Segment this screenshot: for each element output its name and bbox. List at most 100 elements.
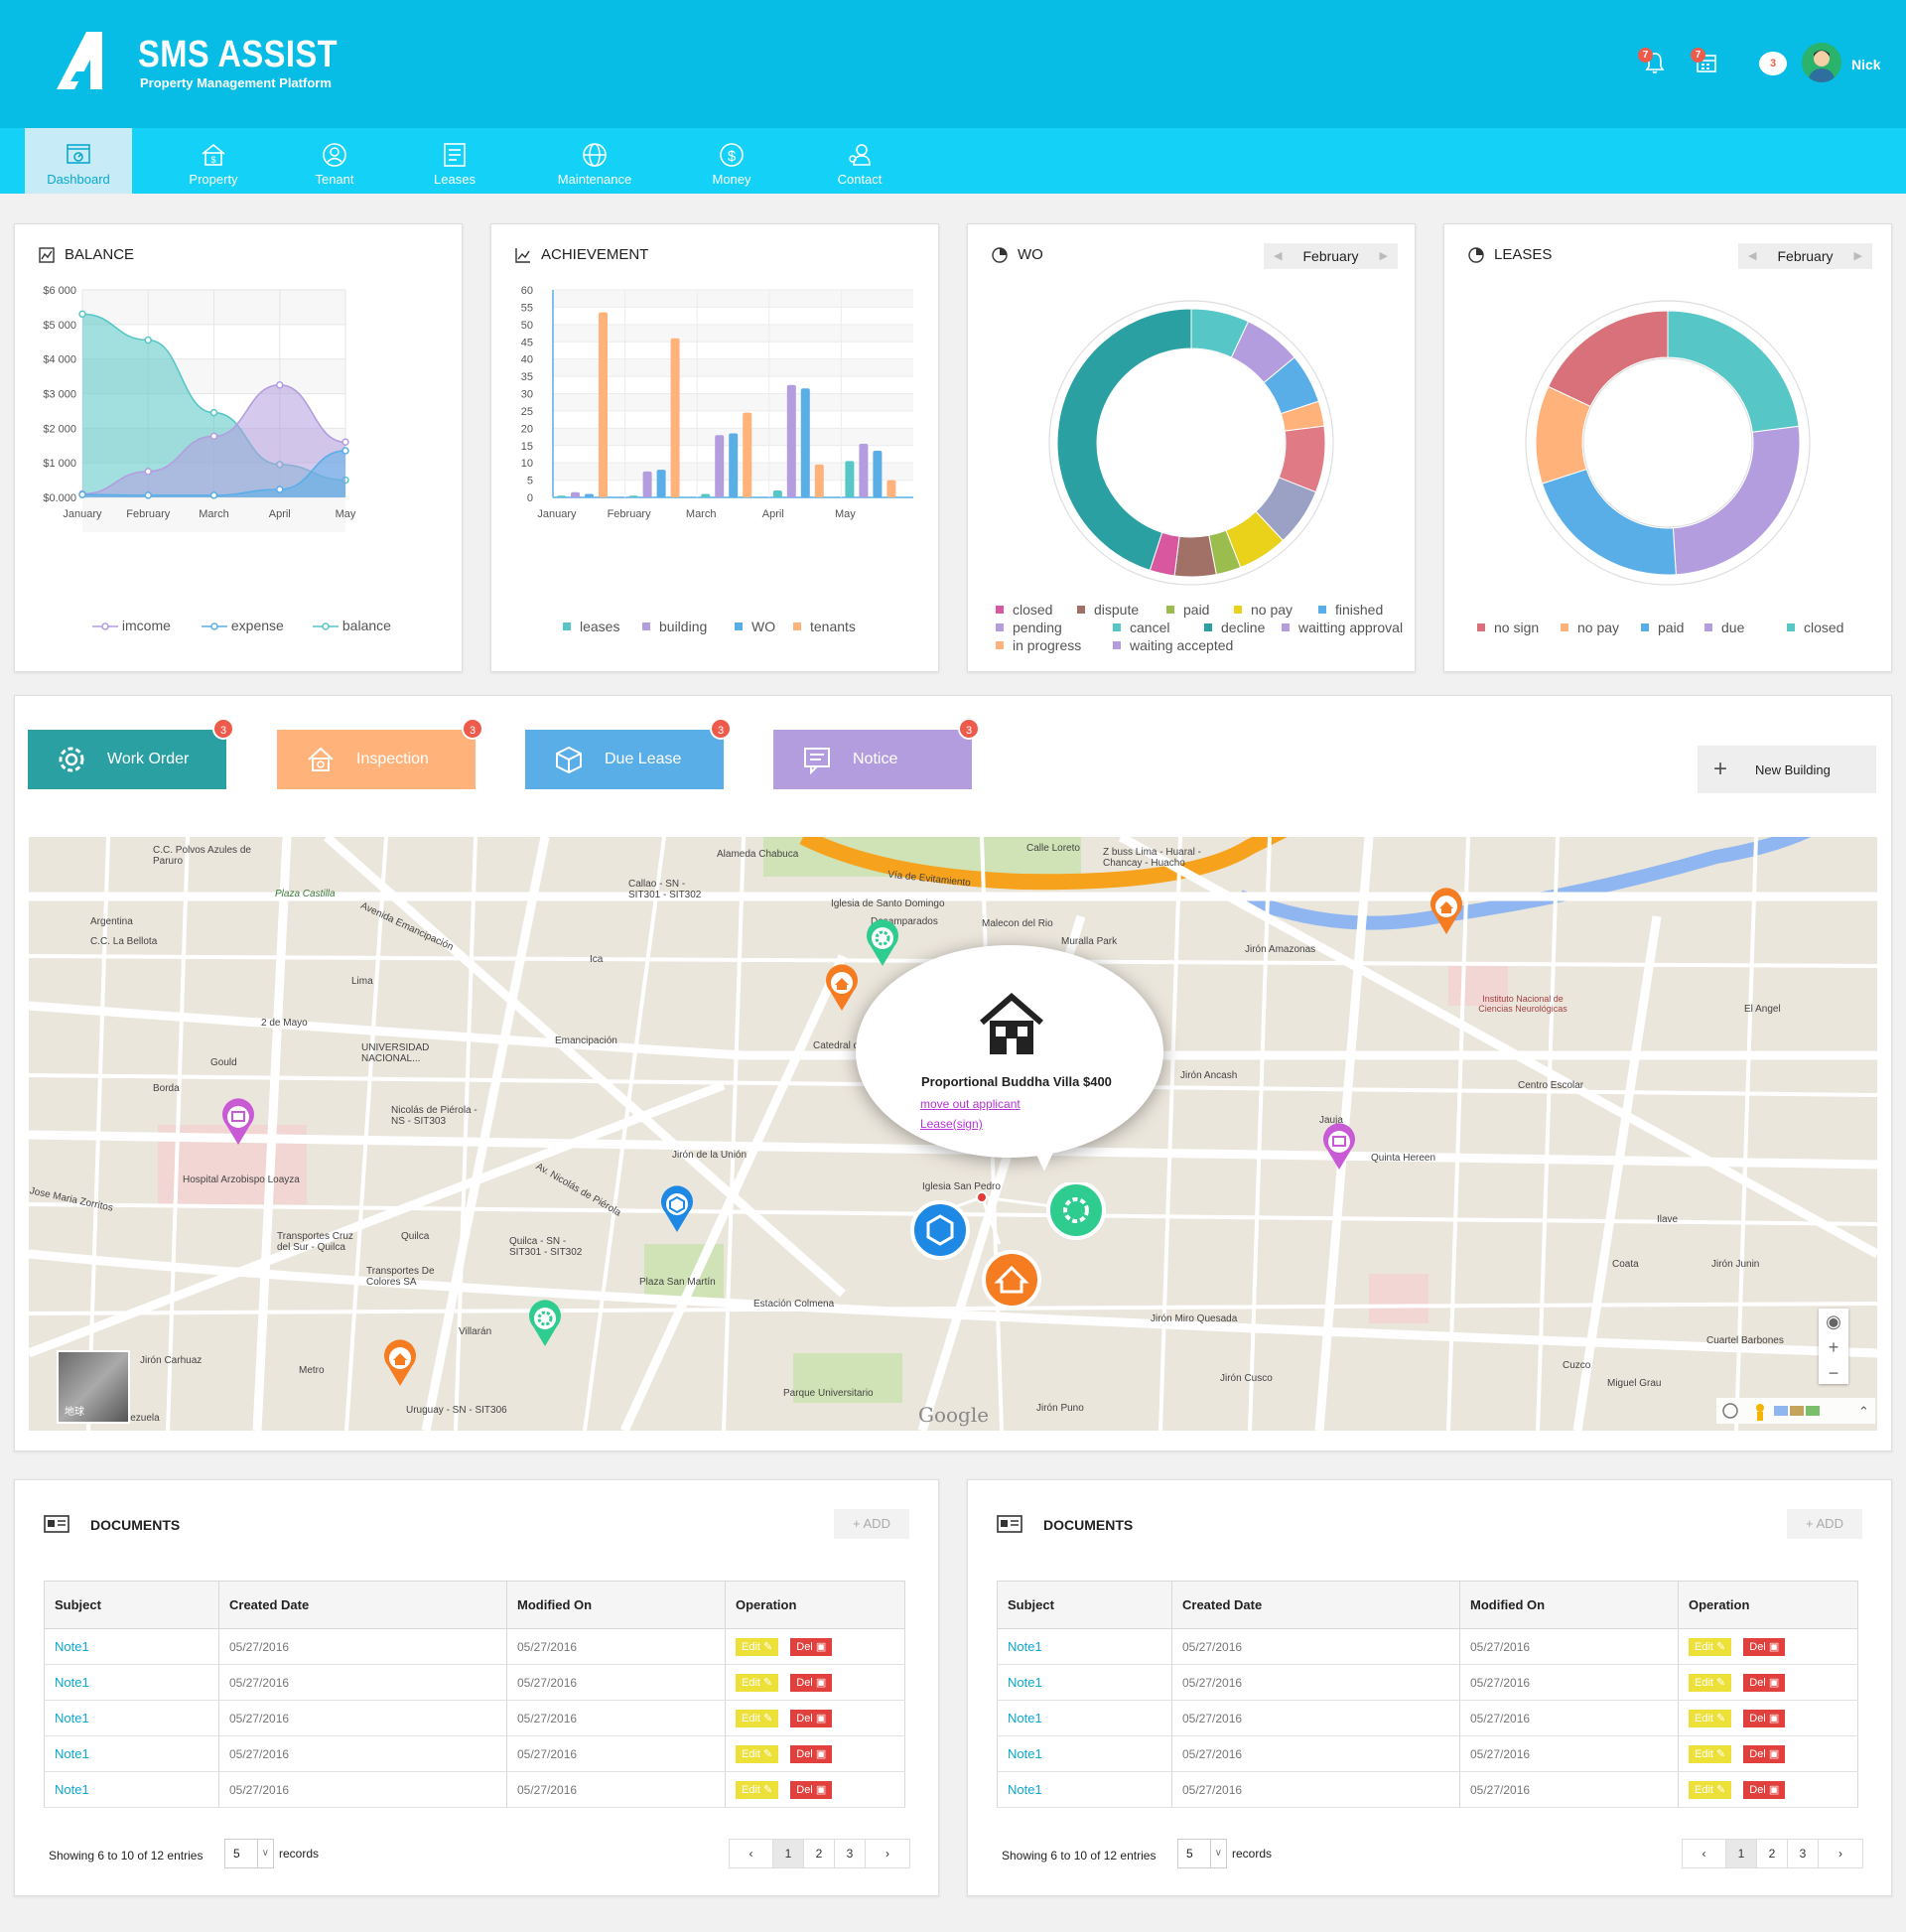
move-out-link[interactable]: move out applicant bbox=[920, 1097, 1021, 1111]
data-point[interactable] bbox=[276, 381, 284, 389]
legend-item[interactable]: paid bbox=[1166, 602, 1209, 618]
page-button[interactable]: 3 bbox=[835, 1840, 866, 1867]
bar-building[interactable] bbox=[786, 384, 796, 497]
prev-page-button[interactable]: ‹ bbox=[1683, 1840, 1726, 1867]
page-button[interactable]: 2 bbox=[804, 1840, 835, 1867]
bar-building[interactable] bbox=[571, 491, 580, 497]
data-point[interactable] bbox=[209, 432, 218, 441]
legend-item-due[interactable]: due bbox=[1704, 620, 1744, 635]
subject-link[interactable]: Note1 bbox=[44, 1735, 219, 1772]
data-point[interactable] bbox=[276, 485, 284, 493]
legend-item[interactable]: in progress bbox=[996, 637, 1081, 653]
data-point[interactable] bbox=[341, 438, 349, 447]
delete-button[interactable]: Del ▣ bbox=[790, 1744, 833, 1763]
bar-WO[interactable] bbox=[656, 470, 666, 497]
subject-link[interactable]: Note1 bbox=[997, 1700, 1172, 1736]
legend-item[interactable]: finished bbox=[1318, 602, 1383, 618]
data-point[interactable] bbox=[209, 491, 218, 499]
legend-item[interactable]: waitting approval bbox=[1282, 620, 1403, 635]
bar-leases[interactable] bbox=[701, 493, 711, 497]
next-page-button[interactable]: › bbox=[1819, 1840, 1862, 1867]
bar-WO[interactable] bbox=[873, 450, 883, 497]
bar-leases[interactable] bbox=[772, 490, 782, 497]
notice-button[interactable]: Notice 3 bbox=[773, 718, 980, 789]
subject-link[interactable]: Note1 bbox=[997, 1664, 1172, 1701]
column-header[interactable]: Created Date bbox=[218, 1581, 507, 1629]
legend-item-wo[interactable]: WO bbox=[735, 619, 775, 634]
prev-month-icon[interactable]: ◀ bbox=[1748, 243, 1756, 269]
data-point[interactable] bbox=[78, 490, 86, 498]
edit-button[interactable]: Edit ✎ bbox=[1689, 1673, 1732, 1692]
bar-tenants[interactable] bbox=[599, 312, 608, 497]
work-order-button[interactable]: Work Order 3 bbox=[28, 718, 234, 789]
bar-tenants[interactable] bbox=[814, 464, 824, 497]
bar-WO[interactable] bbox=[800, 388, 810, 497]
legend-item-tenants[interactable]: tenants bbox=[793, 619, 856, 634]
delete-button[interactable]: Del ▣ bbox=[1743, 1637, 1786, 1656]
page-button[interactable]: 1 bbox=[1726, 1840, 1757, 1867]
bar-building[interactable] bbox=[715, 435, 725, 497]
data-point[interactable] bbox=[78, 310, 86, 319]
legend-item-no-pay[interactable]: no pay bbox=[1561, 620, 1619, 635]
legend-item-leases[interactable]: leases bbox=[563, 619, 619, 634]
edit-button[interactable]: Edit ✎ bbox=[736, 1673, 779, 1692]
bar-WO[interactable] bbox=[729, 433, 739, 497]
prev-month-icon[interactable]: ◀ bbox=[1274, 243, 1282, 269]
next-page-button[interactable]: › bbox=[866, 1840, 909, 1867]
add-document-button[interactable]: + ADD bbox=[834, 1509, 909, 1539]
edit-button[interactable]: Edit ✎ bbox=[1689, 1780, 1732, 1799]
nav-dashboard[interactable]: Dashboard bbox=[25, 128, 132, 194]
inspection-button[interactable]: Inspection 3 bbox=[277, 718, 483, 789]
bar-building[interactable] bbox=[642, 471, 652, 497]
subject-link[interactable]: Note1 bbox=[997, 1771, 1172, 1808]
column-header[interactable]: Subject bbox=[997, 1581, 1172, 1629]
bar-tenants[interactable] bbox=[743, 412, 752, 497]
delete-button[interactable]: Del ▣ bbox=[1743, 1673, 1786, 1692]
column-header[interactable]: Subject bbox=[44, 1581, 219, 1629]
legend-item-expense[interactable]: expense bbox=[202, 618, 284, 633]
subject-link[interactable]: Note1 bbox=[44, 1628, 219, 1665]
data-point[interactable] bbox=[144, 468, 152, 476]
edit-button[interactable]: Edit ✎ bbox=[1689, 1744, 1732, 1763]
due-lease-button[interactable]: Due Lease 3 bbox=[525, 718, 732, 789]
edit-button[interactable]: Edit ✎ bbox=[1689, 1637, 1732, 1656]
bar-tenants[interactable] bbox=[670, 338, 680, 497]
user-name[interactable]: Nick bbox=[1851, 57, 1881, 72]
delete-button[interactable]: Del ▣ bbox=[1743, 1780, 1786, 1799]
column-header[interactable]: Created Date bbox=[1171, 1581, 1460, 1629]
avatar[interactable] bbox=[1802, 43, 1841, 82]
lease-sign-link[interactable]: Lease(sign) bbox=[920, 1117, 983, 1131]
column-header[interactable]: Modified On bbox=[1459, 1581, 1679, 1629]
legend-item-building[interactable]: building bbox=[642, 619, 707, 634]
data-point[interactable] bbox=[341, 447, 349, 455]
bar-leases[interactable] bbox=[628, 495, 638, 497]
notice-marker[interactable] bbox=[218, 1097, 258, 1147]
slice-closed[interactable] bbox=[1667, 310, 1800, 433]
nav-tenant[interactable]: Tenant bbox=[291, 128, 378, 194]
edit-button[interactable]: Edit ✎ bbox=[736, 1744, 779, 1763]
page-button[interactable]: 3 bbox=[1788, 1840, 1819, 1867]
delete-button[interactable]: Del ▣ bbox=[1743, 1744, 1786, 1763]
nav-property[interactable]: $ Property bbox=[169, 128, 258, 194]
next-month-icon[interactable]: ▶ bbox=[1854, 243, 1862, 269]
per-page-select[interactable]: 5 ∨ bbox=[224, 1839, 274, 1868]
nav-contact[interactable]: Contact bbox=[816, 128, 903, 194]
next-month-icon[interactable]: ▶ bbox=[1380, 243, 1388, 269]
wo-month-select[interactable]: ◀ February ▶ bbox=[1264, 243, 1398, 269]
subject-link[interactable]: Note1 bbox=[997, 1628, 1172, 1665]
bar-tenants[interactable] bbox=[886, 480, 896, 497]
inspection-marker[interactable] bbox=[380, 1338, 420, 1388]
legend-item[interactable]: decline bbox=[1204, 620, 1265, 635]
edit-button[interactable]: Edit ✎ bbox=[736, 1637, 779, 1656]
nav-leases[interactable]: Leases bbox=[411, 128, 498, 194]
leases-month-select[interactable]: ◀ February ▶ bbox=[1738, 243, 1872, 269]
delete-button[interactable]: Del ▣ bbox=[790, 1637, 833, 1656]
slice-due[interactable] bbox=[1672, 425, 1801, 576]
satellite-toggle[interactable]: 地球 bbox=[57, 1350, 130, 1424]
legend-item[interactable]: closed bbox=[996, 602, 1052, 618]
inspection-marker[interactable] bbox=[1427, 887, 1466, 936]
legend-item[interactable]: no pay bbox=[1234, 602, 1293, 618]
bar-leases[interactable] bbox=[557, 495, 566, 497]
page-button[interactable]: 1 bbox=[773, 1840, 804, 1867]
legend-item-income[interactable]: imcome bbox=[92, 618, 171, 633]
